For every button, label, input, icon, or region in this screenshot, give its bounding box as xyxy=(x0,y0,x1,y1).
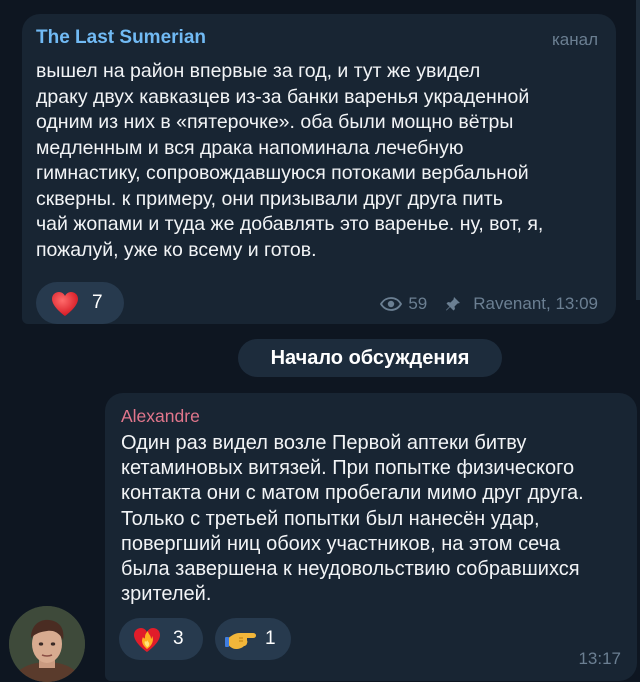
comment-time: 13:17 xyxy=(578,649,621,668)
channel-name[interactable]: The Last Sumerian xyxy=(36,27,206,49)
window-edge xyxy=(636,0,640,300)
channel-tag: канал xyxy=(551,30,598,49)
channel-post-bubble[interactable]: The Last Sumerian канал вышел на район в… xyxy=(22,14,616,324)
comment-bubble[interactable]: Alexandre Один раз видел возле Первой ап… xyxy=(105,393,637,681)
pointing-hand-icon xyxy=(225,633,256,649)
reaction-pointing-button[interactable]: 1 xyxy=(215,618,291,660)
reaction-heart-fire-button[interactable]: 3 xyxy=(119,618,203,660)
comment-author-name[interactable]: Alexandre xyxy=(121,406,200,427)
avatar-portrait-icon xyxy=(9,606,85,682)
red-heart-icon xyxy=(52,292,78,316)
pushpin-icon xyxy=(446,297,461,311)
user-avatar[interactable] xyxy=(9,606,85,682)
reaction-heart-button[interactable]: 7 xyxy=(36,282,124,324)
post-author-time: Ravenant, 13:09 xyxy=(473,294,598,313)
post-meta: 59 Ravenant, 13:09 xyxy=(380,294,598,314)
comment-text: Один раз видел возле Первой аптеки битву… xyxy=(121,432,584,606)
reaction-count: 3 xyxy=(173,628,184,649)
heart-on-fire-icon xyxy=(134,628,160,652)
view-count: 59 xyxy=(408,294,428,313)
reaction-count: 7 xyxy=(92,292,103,313)
reaction-count: 1 xyxy=(265,628,276,649)
discussion-start-divider: Начало обсуждения xyxy=(238,339,502,377)
eye-icon xyxy=(380,297,403,311)
post-text: вышел на район впервые за год, и тут же … xyxy=(36,60,544,261)
